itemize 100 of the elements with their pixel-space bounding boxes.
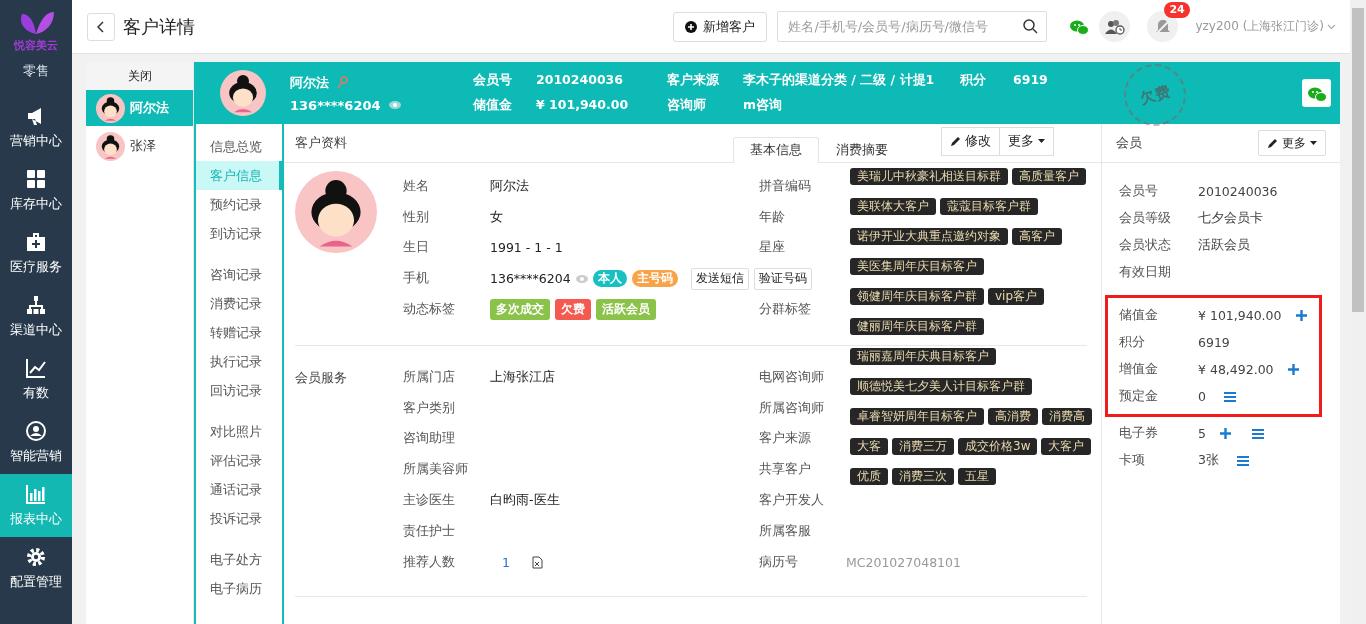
- more-button[interactable]: 更多: [1000, 126, 1054, 156]
- field-value: ¥ 48,492.00: [1198, 362, 1274, 377]
- field-value: m咨询: [743, 97, 784, 114]
- field-label: 会员状态: [1119, 237, 1172, 254]
- plus-icon[interactable]: [1288, 364, 1300, 375]
- hierarchy-icon: [25, 294, 47, 316]
- field-value: 七夕会员卡: [1198, 210, 1263, 227]
- nav-item[interactable]: 信息总览: [196, 132, 282, 161]
- sidebar-item[interactable]: 渠道中心: [0, 285, 72, 348]
- field-label: 所属客服: [759, 522, 812, 540]
- field-label: 客户类别: [403, 399, 456, 417]
- back-button[interactable]: [87, 12, 115, 41]
- group-clock-button[interactable]: [1099, 11, 1131, 42]
- field-label: 积分: [960, 72, 987, 89]
- more-button[interactable]: 更多: [1258, 130, 1326, 156]
- group-tag: 领健周年庆目标客户群: [850, 288, 984, 305]
- group-tag: 消费高: [1042, 408, 1092, 425]
- field-label: 拼音编码: [759, 177, 812, 195]
- list-icon[interactable]: [1223, 391, 1236, 402]
- group-tag: 大客: [850, 438, 888, 455]
- nav-item[interactable]: 执行记录: [196, 347, 282, 376]
- field-label: 电网咨询师: [759, 368, 825, 386]
- list-icon[interactable]: [1236, 455, 1249, 466]
- scrollbar-thumb[interactable]: [1352, 8, 1364, 312]
- field-label: 所属美容师: [403, 461, 469, 479]
- count-value: 1: [502, 554, 510, 570]
- group-tag: 美医集周年庆目标客户: [850, 258, 984, 275]
- field-label: 星座: [759, 239, 786, 257]
- nav-item[interactable]: 转赠记录: [196, 318, 282, 347]
- tab[interactable]: 消费摘要: [819, 136, 905, 163]
- small-button[interactable]: 验证号码: [753, 267, 812, 290]
- field-value: 136****6204: [490, 271, 571, 287]
- group-tag: 高消费: [988, 408, 1038, 425]
- sidebar-item[interactable]: 配置管理: [0, 537, 72, 600]
- field-value: 上海张江店: [490, 368, 555, 386]
- field-value: 1991 - 1 - 1: [490, 240, 563, 256]
- close-button[interactable]: 关闭: [86, 62, 193, 90]
- search-field[interactable]: 姓名/手机号/会员号/病历号/微信号: [777, 11, 1048, 42]
- sidebar-item[interactable]: 营销中心: [0, 96, 72, 159]
- field-label: 责任护士: [403, 522, 456, 540]
- plus-icon[interactable]: [1296, 310, 1307, 321]
- field-label: 储值金: [1119, 307, 1159, 324]
- chat-bubbles-icon[interactable]: [1068, 18, 1089, 35]
- spreadsheet-icon[interactable]: [531, 555, 543, 569]
- nav-item[interactable]: 回访记录: [196, 376, 282, 405]
- nav-item[interactable]: 电子病历: [196, 574, 282, 603]
- field-label: 客户来源: [759, 430, 812, 448]
- nav-item[interactable]: 咨询记录: [196, 260, 282, 289]
- panel-title: 会员: [1116, 134, 1142, 152]
- add-customer-button[interactable]: 新增客户: [673, 11, 768, 42]
- search-icon[interactable]: [1023, 19, 1039, 34]
- field-label: 有效日期: [1119, 264, 1172, 281]
- edit-button[interactable]: 修改: [941, 126, 1000, 156]
- group-tag: 五星: [958, 468, 996, 485]
- nav-item[interactable]: 消费记录: [196, 289, 282, 318]
- field-label: 会员号: [1119, 183, 1159, 200]
- sidebar-item[interactable]: 库存中心: [0, 159, 72, 222]
- field-value: 3张: [1198, 452, 1219, 469]
- field-value: 6919: [1198, 335, 1230, 350]
- nav-item[interactable]: 对比照片: [196, 417, 282, 446]
- field-label: 会员号: [473, 72, 513, 89]
- field-label: 姓名: [403, 177, 430, 195]
- group-tag: 成交价格3w: [958, 438, 1038, 455]
- sidebar-item[interactable]: 智能营销: [0, 411, 72, 474]
- customer-tab[interactable]: 张泽: [86, 128, 193, 164]
- bar-chart-icon: [25, 483, 47, 505]
- notification-button[interactable]: [1147, 11, 1179, 42]
- pencil-icon: [1267, 137, 1278, 149]
- grid-icon: [25, 168, 47, 190]
- sidebar-item[interactable]: 零售: [0, 62, 72, 96]
- field-value: 李木子的渠道分类 / 二级 / 计提1: [743, 72, 936, 89]
- group-tag: 健丽周年庆目标客户群: [850, 318, 984, 335]
- nav-item[interactable]: 电子处方: [196, 545, 282, 574]
- group-tag: 高客户: [1012, 228, 1062, 245]
- field-value: MC201027048101: [846, 554, 961, 570]
- eye-icon[interactable]: [388, 101, 401, 109]
- group-tag: 优质: [850, 468, 888, 485]
- wechat-button[interactable]: [1302, 79, 1331, 107]
- sidebar-item[interactable]: 医疗服务: [0, 222, 72, 285]
- customer-name: 阿尔法: [290, 73, 329, 92]
- plus-icon[interactable]: [1220, 428, 1232, 439]
- nav-item[interactable]: 投诉记录: [196, 504, 282, 533]
- nav-item[interactable]: 评估记录: [196, 446, 282, 475]
- field-label: 性别: [403, 208, 430, 226]
- field-label: 积分: [1119, 334, 1146, 351]
- page-title: 客户详情: [123, 14, 196, 39]
- field-value: 2010240036: [536, 72, 624, 89]
- field-label: 病历号: [759, 553, 799, 571]
- nav-item[interactable]: 到访记录: [196, 219, 282, 248]
- field-value: 活跃会员: [1198, 237, 1250, 254]
- field-label: 增值金: [1119, 361, 1159, 378]
- nav-item[interactable]: 预约记录: [196, 190, 282, 219]
- small-button[interactable]: 发送短信: [690, 267, 749, 290]
- sidebar-item[interactable]: 有数: [0, 348, 72, 411]
- group-tag: 瑞丽嘉周年庆典目标客户: [850, 348, 996, 365]
- tab[interactable]: 基本信息: [733, 136, 819, 163]
- field-label: 动态标签: [403, 301, 456, 319]
- field-label: 主诊医生: [403, 492, 456, 510]
- nav-item[interactable]: 通话记录: [196, 475, 282, 504]
- list-icon[interactable]: [1251, 428, 1264, 439]
